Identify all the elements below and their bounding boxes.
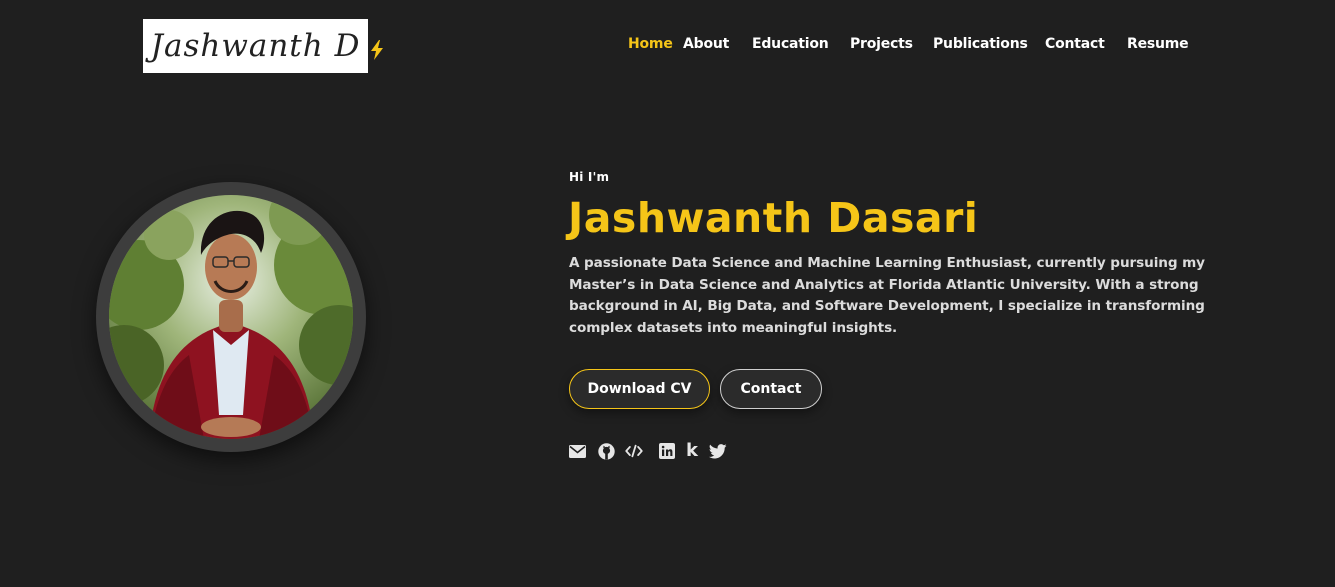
hero-description: A passionate Data Science and Machine Le…: [569, 255, 1205, 336]
nav-education[interactable]: Education: [752, 36, 829, 52]
download-cv-button[interactable]: Download CV: [569, 369, 710, 409]
nav-projects[interactable]: Projects: [850, 36, 913, 52]
kaggle-letter: k: [686, 440, 698, 461]
nav-home[interactable]: Home: [628, 36, 673, 52]
logo-text: Jashwanth D: [150, 28, 361, 64]
lightning-bolt-icon: [371, 40, 383, 60]
nav-resume[interactable]: Resume: [1127, 36, 1189, 52]
hero-greeting: Hi I'm: [569, 170, 610, 184]
kaggle-icon[interactable]: k: [683, 442, 701, 460]
hero-name: Jashwanth Dasari: [568, 194, 979, 242]
contact-button[interactable]: Contact: [720, 369, 822, 409]
site-logo[interactable]: Jashwanth D: [143, 19, 368, 73]
email-icon[interactable]: [568, 442, 586, 460]
twitter-icon[interactable]: [709, 442, 727, 460]
linkedin-icon[interactable]: [658, 442, 676, 460]
profile-photo: [109, 195, 353, 439]
github-icon[interactable]: [597, 442, 615, 460]
code-icon[interactable]: [625, 442, 643, 460]
nav-contact[interactable]: Contact: [1045, 36, 1105, 52]
profile-photo-frame: [96, 182, 366, 452]
portfolio-page: Jashwanth D Home About Education Project…: [0, 0, 1335, 587]
nav-publications[interactable]: Publications: [933, 36, 1028, 52]
nav-about[interactable]: About: [683, 36, 729, 52]
